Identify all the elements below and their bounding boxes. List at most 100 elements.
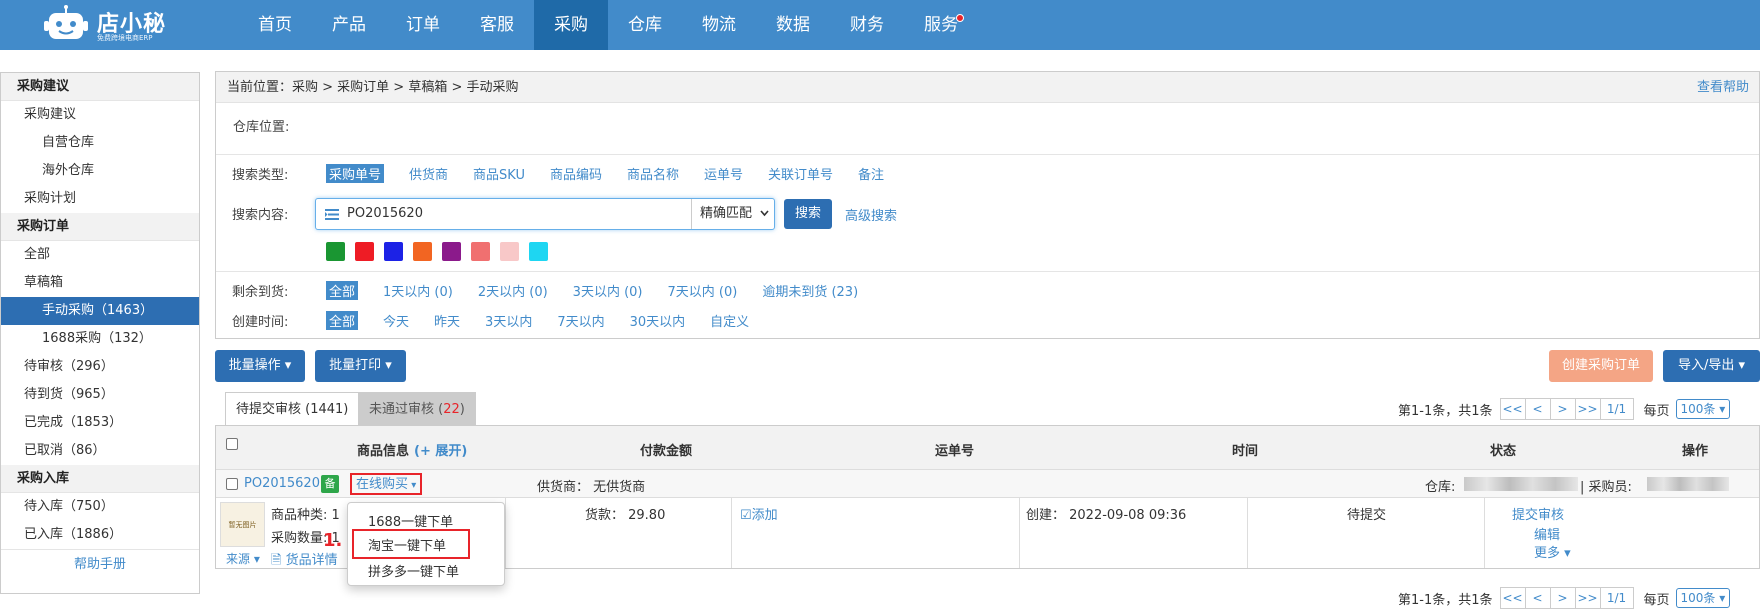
search-type-product-code[interactable]: 商品编码 bbox=[550, 164, 602, 183]
menu-item-pinduoduo-one-click[interactable]: 拼多多一键下单 bbox=[368, 561, 459, 580]
view-help-link[interactable]: 查看帮助 bbox=[1697, 72, 1749, 103]
remaining-7-days[interactable]: 7天以内 (0) bbox=[668, 281, 738, 300]
logo[interactable]: 店小秘 免费跨境电商ERP bbox=[44, 3, 234, 47]
online-buy-dropdown-toggle[interactable]: 在线购买 ▾ bbox=[350, 473, 423, 495]
pager-prev-button-bottom[interactable]: < bbox=[1524, 587, 1551, 609]
nav-warehouse[interactable]: 仓库 bbox=[608, 0, 682, 50]
goods-details-link[interactable]: 🗎 货品详情 bbox=[271, 549, 338, 573]
nav-orders[interactable]: 订单 bbox=[386, 0, 460, 50]
sidebar-item-awaiting-arrival[interactable]: 待到货（965） bbox=[1, 381, 199, 409]
advanced-search-link[interactable]: 高级搜索 bbox=[845, 205, 897, 224]
sidebar-item-pending-inbound[interactable]: 待入库（750） bbox=[1, 493, 199, 521]
nav-customer-service[interactable]: 客服 bbox=[460, 0, 534, 50]
tab-pending-submit[interactable]: 待提交审核 (1441) bbox=[225, 392, 360, 425]
nav-services[interactable]: 服务 bbox=[904, 0, 978, 50]
nav-logistics[interactable]: 物流 bbox=[682, 0, 756, 50]
nav-products[interactable]: 产品 bbox=[312, 0, 386, 50]
order-checkbox[interactable] bbox=[226, 478, 238, 490]
sidebar-item-manual-purchase[interactable]: 手动采购（1463） bbox=[1, 297, 199, 325]
created-7-days[interactable]: 7天以内 bbox=[557, 311, 604, 330]
search-type-product-name[interactable]: 商品名称 bbox=[627, 164, 679, 183]
remark-badge[interactable]: 备 bbox=[321, 475, 339, 493]
order-id-link[interactable]: PO2015620 bbox=[244, 476, 320, 491]
tab-rejected[interactable]: 未通过审核 (22) bbox=[358, 392, 476, 425]
pager-next-button[interactable]: > bbox=[1549, 398, 1576, 420]
nav-purchase[interactable]: 采购 bbox=[534, 0, 608, 50]
color-tag-salmon[interactable] bbox=[471, 242, 490, 261]
created-yesterday[interactable]: 昨天 bbox=[434, 311, 460, 330]
source-dropdown[interactable]: 来源 ▾ bbox=[226, 550, 260, 567]
menu-item-taobao-one-click[interactable]: 淘宝一键下单 bbox=[368, 535, 446, 554]
pager-last-button[interactable]: >> bbox=[1574, 398, 1601, 420]
sidebar-item-all[interactable]: 全部 bbox=[1, 241, 199, 269]
created-time-label: 创建时间: bbox=[232, 315, 289, 330]
bulk-print-button[interactable]: 批量打印 ▾ bbox=[315, 350, 406, 382]
per-page-select-bottom[interactable]: 100条 ▾ bbox=[1675, 588, 1731, 608]
pager-prev-button[interactable]: < bbox=[1524, 398, 1551, 420]
sidebar-item-inbound-done[interactable]: 已入库（1886） bbox=[1, 521, 199, 549]
nav-home[interactable]: 首页 bbox=[238, 0, 312, 50]
warehouse-value-blurred bbox=[1464, 477, 1578, 491]
created-all[interactable]: 全部 bbox=[326, 311, 359, 330]
submit-review-link[interactable]: 提交审核 bbox=[1512, 504, 1564, 523]
search-type-sku[interactable]: 商品SKU bbox=[473, 164, 525, 183]
import-export-button[interactable]: 导入/导出 ▾ bbox=[1663, 350, 1760, 382]
expand-toggle[interactable]: (+ 展开) bbox=[414, 440, 467, 459]
remaining-overdue[interactable]: 逾期未到货 (23) bbox=[762, 281, 858, 300]
menu-item-1688-one-click[interactable]: 1688一键下单 bbox=[368, 511, 453, 530]
search-type-remark[interactable]: 备注 bbox=[858, 164, 884, 183]
search-type-supplier[interactable]: 供货商 bbox=[409, 164, 448, 183]
created-30-days[interactable]: 30天以内 bbox=[630, 311, 686, 330]
sidebar-item-pending-review[interactable]: 待审核（296） bbox=[1, 353, 199, 381]
edit-icon: ☑ bbox=[740, 508, 752, 523]
sidebar-item-purchase-suggestion[interactable]: 采购建议 bbox=[1, 101, 199, 129]
help-manual-link[interactable]: 帮助手册 bbox=[1, 549, 199, 579]
sidebar-item-purchase-plan[interactable]: 采购计划 bbox=[1, 185, 199, 213]
remaining-3-days[interactable]: 3天以内 (0) bbox=[573, 281, 643, 300]
color-tag-cyan[interactable] bbox=[529, 242, 548, 261]
select-all-checkbox[interactable] bbox=[226, 438, 238, 450]
color-tag-green[interactable] bbox=[326, 242, 345, 261]
chevron-down-icon bbox=[760, 210, 769, 217]
remaining-1-day[interactable]: 1天以内 (0) bbox=[383, 281, 453, 300]
match-mode-select[interactable]: 精确匹配 bbox=[691, 199, 775, 229]
created-today[interactable]: 今天 bbox=[383, 311, 409, 330]
pager-first-button-bottom[interactable]: << bbox=[1499, 587, 1526, 609]
search-type-tracking[interactable]: 运单号 bbox=[704, 164, 743, 183]
goods-details-label: 货品详情 bbox=[285, 553, 338, 568]
search-input[interactable]: PO2015620 精确匹配 bbox=[315, 198, 775, 230]
more-dropdown[interactable]: 更多 ▾ bbox=[1534, 542, 1571, 561]
sidebar-item-overseas-warehouse[interactable]: 海外仓库 bbox=[1, 157, 199, 185]
sidebar-item-1688-purchase[interactable]: 1688采购（132） bbox=[1, 325, 199, 353]
edit-link[interactable]: 编辑 bbox=[1534, 524, 1560, 543]
order-summary-row: PO2015620 备 在线购买 ▾ 供货商： 无供货商 仓库: | 采购员: bbox=[216, 470, 1759, 498]
color-tag-pink[interactable] bbox=[500, 242, 519, 261]
color-tag-red[interactable] bbox=[355, 242, 374, 261]
per-page-select[interactable]: 100条 ▾ bbox=[1675, 399, 1731, 419]
color-tag-purple[interactable] bbox=[442, 242, 461, 261]
pager-next-button-bottom[interactable]: > bbox=[1549, 587, 1576, 609]
add-tracking-link[interactable]: ☑添加 bbox=[740, 504, 778, 523]
search-type-related-order[interactable]: 关联订单号 bbox=[768, 164, 833, 183]
remaining-2-days[interactable]: 2天以内 (0) bbox=[478, 281, 548, 300]
create-purchase-order-button[interactable]: 创建采购订单 bbox=[1549, 350, 1653, 382]
bulk-print-label: 批量打印 bbox=[329, 358, 382, 373]
nav-data[interactable]: 数据 bbox=[756, 0, 830, 50]
pager-first-button[interactable]: << bbox=[1499, 398, 1526, 420]
search-type-row: 搜索类型: bbox=[232, 164, 288, 183]
sidebar-item-completed[interactable]: 已完成（1853） bbox=[1, 409, 199, 437]
sidebar-item-own-warehouse[interactable]: 自营仓库 bbox=[1, 129, 199, 157]
pager-last-button-bottom[interactable]: >> bbox=[1574, 587, 1601, 609]
sidebar-item-drafts[interactable]: 草稿箱 bbox=[1, 269, 199, 297]
pager-page-indicator: 1/1 bbox=[1599, 398, 1634, 420]
color-tag-blue[interactable] bbox=[384, 242, 403, 261]
remaining-all[interactable]: 全部 bbox=[326, 281, 359, 300]
created-3-days[interactable]: 3天以内 bbox=[485, 311, 532, 330]
nav-finance[interactable]: 财务 bbox=[830, 0, 904, 50]
search-button[interactable]: 搜索 bbox=[784, 199, 832, 229]
color-tag-orange[interactable] bbox=[413, 242, 432, 261]
search-type-po-number[interactable]: 采购单号 bbox=[326, 164, 385, 183]
bulk-operations-button[interactable]: 批量操作 ▾ bbox=[215, 350, 305, 382]
sidebar-item-cancelled[interactable]: 已取消（86） bbox=[1, 437, 199, 465]
created-custom[interactable]: 自定义 bbox=[710, 311, 749, 330]
